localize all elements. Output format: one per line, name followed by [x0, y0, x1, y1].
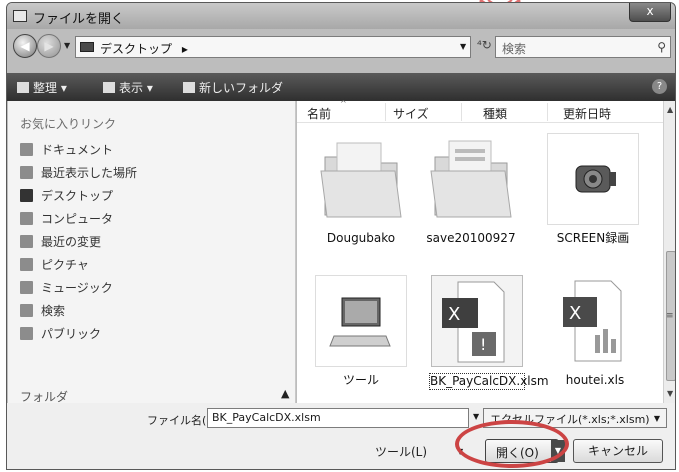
new-folder-button[interactable]: 新しいフォルダ: [183, 79, 283, 96]
file-item[interactable]: save20100927: [425, 133, 517, 246]
window-icon: [13, 10, 27, 22]
music-icon: [20, 281, 33, 294]
nav-item-recent-places[interactable]: 最近表示した場所: [20, 164, 137, 182]
scroll-up-icon[interactable]: ▲: [667, 105, 673, 114]
file-name: SCREEN録画: [556, 231, 630, 245]
column-size[interactable]: サイズ: [393, 105, 429, 122]
view-icon: [103, 82, 115, 93]
svg-text:!: !: [480, 335, 486, 354]
documents-icon: [20, 143, 33, 156]
file-name: save20100927: [426, 231, 516, 245]
close-button[interactable]: x: [629, 3, 671, 22]
search-folder-icon: [20, 304, 33, 317]
scroll-grip-icon: ≡: [666, 311, 674, 321]
filename-dropdown-icon[interactable]: ▼: [473, 412, 479, 421]
breadcrumb-arrow-icon[interactable]: ▸: [182, 42, 188, 56]
nav-item-desktop[interactable]: デスクトップ: [20, 187, 113, 205]
file-item[interactable]: SCREEN録画: [547, 133, 639, 246]
file-item[interactable]: Dougubako: [315, 133, 407, 246]
file-name: houtei.xls: [565, 373, 625, 387]
file-name: Dougubako: [326, 231, 396, 245]
desktop-icon: [80, 42, 94, 52]
sort-ascending-icon: ^: [340, 99, 347, 108]
camera-icon: [547, 133, 639, 225]
excel-icon: X: [549, 275, 641, 367]
tools-menu-button[interactable]: ツール(L): [375, 443, 427, 460]
file-list: 名前 ^ サイズ 種類 更新日時 Dougubako save20100927 …: [297, 99, 663, 403]
nav-item-pictures[interactable]: ピクチャ: [20, 256, 89, 274]
back-button[interactable]: ◀: [13, 34, 37, 58]
pictures-icon: [20, 258, 33, 271]
column-divider[interactable]: [461, 103, 462, 121]
computer-tool-icon: [315, 275, 407, 367]
computer-icon: [20, 212, 33, 225]
open-file-dialog: ファイルを開く x ◀ ▶ ▼ デスクトップ ▸ ▼ ⁴↻ 検索 ⚲ 整理 ▾ …: [6, 2, 676, 470]
column-name[interactable]: 名前: [307, 105, 331, 122]
filename-input[interactable]: BK_PayCalcDX.xlsm: [207, 408, 469, 428]
folder-icon: [315, 133, 407, 225]
nav-item-music[interactable]: ミュージック: [20, 279, 113, 297]
address-dropdown-icon[interactable]: ▼: [460, 42, 466, 51]
file-item-selected[interactable]: X ! BK_PayCalcDX.xlsm: [429, 275, 549, 390]
chevron-up-icon[interactable]: ▲: [281, 387, 289, 400]
svg-text:X: X: [569, 303, 581, 324]
file-item[interactable]: X houtei.xls: [549, 275, 641, 388]
navigation-pane: お気に入りリンク ドキュメント 最近表示した場所 デスクトップ コンピュータ 最…: [8, 101, 296, 404]
title-bar: ファイルを開く x: [7, 3, 675, 29]
nav-item-computer[interactable]: コンピュータ: [20, 210, 113, 228]
search-icon[interactable]: ⚲: [657, 40, 666, 54]
nav-item-documents[interactable]: ドキュメント: [20, 141, 113, 159]
command-toolbar: 整理 ▾ 表示 ▾ 新しいフォルダ ?: [7, 73, 675, 101]
organize-menu[interactable]: 整理 ▾: [17, 79, 67, 96]
desktop-icon: [20, 189, 33, 202]
column-type[interactable]: 種類: [483, 105, 507, 122]
new-folder-icon: [183, 82, 195, 93]
organize-icon: [17, 82, 29, 93]
search-placeholder: 検索: [502, 42, 527, 56]
nav-item-search[interactable]: 検索: [20, 302, 65, 320]
search-input[interactable]: 検索 ⚲: [495, 36, 671, 58]
column-divider[interactable]: [547, 103, 548, 121]
forward-button[interactable]: ▶: [37, 34, 61, 58]
scroll-down-icon[interactable]: ▼: [667, 389, 673, 398]
help-icon[interactable]: ?: [652, 79, 667, 94]
dialog-footer: ファイル名(N): BK_PayCalcDX.xlsm ▼ エクセルファイル(*…: [7, 403, 675, 469]
address-bar[interactable]: デスクトップ ▸ ▼: [75, 36, 471, 58]
highlight-annotation: [455, 420, 569, 468]
cancel-button[interactable]: キャンセル: [573, 439, 663, 463]
public-icon: [20, 327, 33, 340]
breadcrumb-location[interactable]: デスクトップ: [100, 42, 172, 56]
column-headers: 名前 ^ サイズ 種類 更新日時: [297, 99, 663, 123]
nav-item-recently-changed[interactable]: 最近の変更: [20, 233, 101, 251]
nav-item-public[interactable]: パブリック: [20, 325, 101, 343]
chevron-down-icon: ▼: [653, 414, 660, 423]
address-row: ◀ ▶ ▼ デスクトップ ▸ ▼ ⁴↻ 検索 ⚲: [7, 29, 675, 67]
favorites-title: お気に入りリンク: [20, 117, 117, 131]
refresh-icon[interactable]: ⁴↻: [477, 38, 492, 52]
recent-places-icon: [20, 166, 33, 179]
window-title: ファイルを開く: [33, 12, 125, 27]
column-divider[interactable]: [385, 103, 386, 121]
file-name: ツール: [342, 373, 379, 387]
history-dropdown-icon[interactable]: ▼: [64, 41, 70, 50]
svg-text:X: X: [448, 304, 460, 325]
view-menu[interactable]: 表示 ▾: [103, 79, 153, 96]
file-name: BK_PayCalcDX.xlsm: [429, 373, 549, 390]
column-modified[interactable]: 更新日時: [563, 105, 611, 122]
file-item[interactable]: ツール: [315, 275, 407, 388]
excel-macro-icon: X !: [431, 275, 523, 367]
file-list-scrollbar[interactable]: ▲ ≡ ▼: [663, 101, 675, 403]
recently-changed-icon: [20, 235, 33, 248]
folder-icon: [425, 133, 517, 225]
